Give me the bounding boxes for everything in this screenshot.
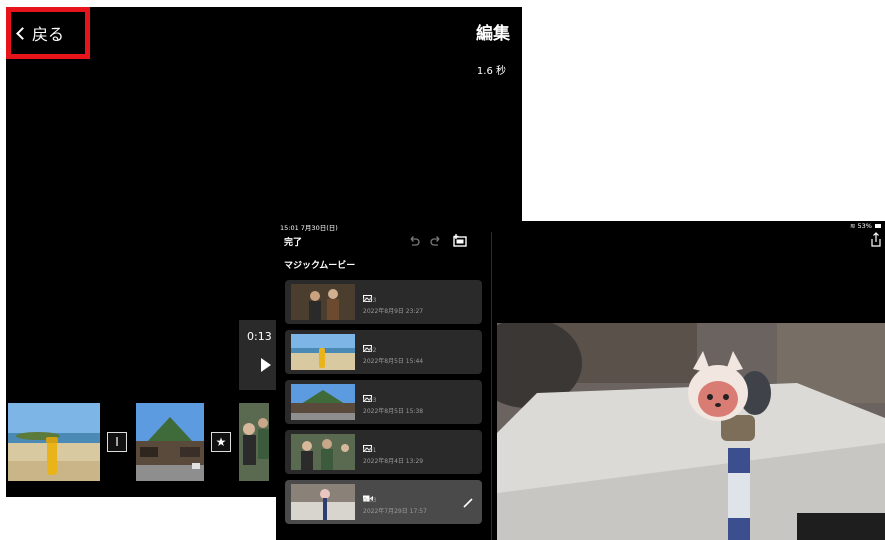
filmstrip-thumbnail-town[interactable]	[136, 403, 204, 481]
battery-percent: 53%	[857, 222, 872, 230]
filmstrip-thumbnail-beach[interactable]	[8, 403, 100, 481]
clip-date: 2022年8月9日 23:27	[363, 308, 424, 315]
transition-button-1[interactable]: I	[107, 432, 127, 452]
clip-item-2[interactable]: 0:02 2022年8月5日 15:44	[285, 330, 482, 374]
clip-item-1[interactable]: 0:03 2022年8月9日 23:27	[285, 280, 482, 324]
page-title: 編集	[476, 24, 510, 44]
redo-icon[interactable]	[430, 232, 442, 251]
undo-icon[interactable]	[408, 232, 420, 251]
back-button[interactable]: 戻る	[6, 7, 90, 59]
clip-item-5[interactable]: 0:03 2022年7月29日 17:57	[285, 480, 482, 524]
clip-thumbnail	[291, 334, 355, 370]
clip-thumbnail	[291, 384, 355, 420]
done-button[interactable]: 完了	[284, 235, 302, 248]
clip-duration: 0:03	[363, 397, 377, 404]
clip-date: 2022年7月29日 17:57	[363, 508, 427, 515]
player-time: 0:13	[247, 330, 272, 343]
preview-image	[497, 323, 885, 540]
pencil-icon[interactable]	[462, 494, 474, 513]
clip-date: 2022年8月4日 13:29	[363, 458, 424, 465]
toolbar	[408, 232, 468, 250]
transition-button-2[interactable]: ★	[211, 432, 231, 452]
clip-thumbnail	[291, 284, 355, 320]
status-clock: 15:01 7月30日(日)	[280, 224, 338, 232]
town-photo	[136, 403, 204, 481]
battery-icon	[875, 224, 881, 228]
clip-duration: 0:01	[363, 447, 377, 454]
wifi-icon: ≋	[849, 222, 856, 230]
clip-date: 2022年8月5日 15:44	[363, 358, 424, 365]
status-right: ≋ 53%	[850, 222, 881, 230]
magic-movie-screen: 15:01 7月30日(日) ≋ 53% 完了 マジックムービー 0:03 20…	[276, 221, 885, 540]
list-title: マジックムービー	[284, 261, 356, 271]
player-panel: 0:13	[239, 320, 279, 390]
clip-duration: 0:02	[363, 347, 377, 354]
clip-item-4[interactable]: 0:01 2022年8月4日 13:29	[285, 430, 482, 474]
beach-photo	[8, 403, 100, 481]
share-icon[interactable]	[870, 232, 882, 252]
clip-duration: 0:03	[363, 297, 377, 304]
clip-thumbnail	[291, 484, 355, 520]
play-icon[interactable]	[261, 358, 271, 372]
status-bar: 15:01 7月30日(日) ≋ 53%	[276, 221, 885, 232]
back-button-label: 戻る	[32, 25, 65, 44]
clip-thumbnail	[291, 434, 355, 470]
chevron-left-icon	[16, 27, 29, 40]
duration-label: 1.6 秒	[476, 66, 506, 77]
filmstrip-thumbnail-people[interactable]	[239, 403, 269, 481]
clip-date: 2022年8月5日 15:38	[363, 408, 424, 415]
clip-duration: 0:03	[363, 497, 377, 504]
split-divider	[491, 232, 492, 540]
composite-screenshot: 戻る 編集 1.6 秒 0:13 I ★ 15:01 7月30日(日) ≋ 53…	[0, 0, 885, 540]
people-photo	[239, 403, 269, 481]
video-preview[interactable]	[497, 323, 885, 540]
storyboard-add-icon[interactable]	[452, 232, 468, 251]
clip-item-3[interactable]: 0:03 2022年8月5日 15:38	[285, 380, 482, 424]
